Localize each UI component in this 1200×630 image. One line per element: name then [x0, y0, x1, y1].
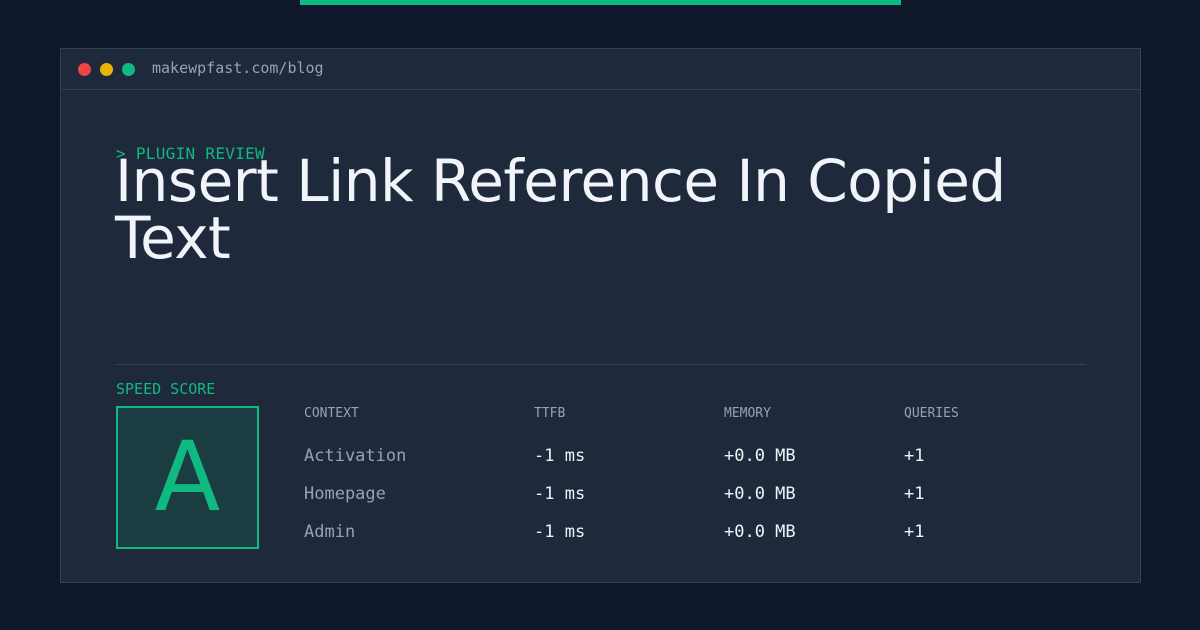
minimize-window-dot-icon[interactable]	[100, 63, 113, 76]
stats-table: CONTEXT TTFB MEMORY QUERIES Activation -…	[304, 405, 1104, 555]
maximize-window-dot-icon[interactable]	[122, 63, 135, 76]
table-row-admin-ttfb: -1 ms	[534, 522, 586, 542]
column-header-ttfb: TTFB	[534, 406, 566, 421]
speed-score-label: SPEED SCORE	[116, 380, 216, 398]
table-row-homepage-context: Homepage	[304, 484, 386, 504]
window-titlebar: makewpfast.com/blog	[61, 49, 1140, 90]
table-row-activation-context: Activation	[304, 446, 407, 466]
column-header-context: CONTEXT	[304, 406, 359, 421]
address-url[interactable]: makewpfast.com/blog	[152, 58, 324, 78]
table-row-admin-queries: +1	[904, 522, 925, 542]
table-row-activation-ttfb: -1 ms	[534, 446, 586, 466]
table-row-admin-context: Admin	[304, 522, 356, 542]
table-row-homepage-queries: +1	[904, 484, 925, 504]
table-row-homepage-ttfb: -1 ms	[534, 484, 586, 504]
table-row-activation-memory: +0.0 MB	[724, 446, 796, 466]
speed-grade-badge: A	[116, 406, 259, 549]
table-row-activation-queries: +1	[904, 446, 925, 466]
table-row-admin-memory: +0.0 MB	[724, 522, 796, 542]
section-divider	[116, 364, 1086, 365]
top-accent-bar	[300, 0, 901, 5]
column-header-queries: QUERIES	[904, 406, 959, 421]
page-title: Insert Link Reference In Copied Text	[115, 147, 1006, 272]
close-window-dot-icon[interactable]	[78, 63, 91, 76]
browser-window: makewpfast.com/blog > PLUGIN REVIEW Inse…	[60, 48, 1141, 583]
column-header-memory: MEMORY	[724, 406, 771, 421]
table-row-homepage-memory: +0.0 MB	[724, 484, 796, 504]
speed-grade: A	[154, 421, 221, 533]
